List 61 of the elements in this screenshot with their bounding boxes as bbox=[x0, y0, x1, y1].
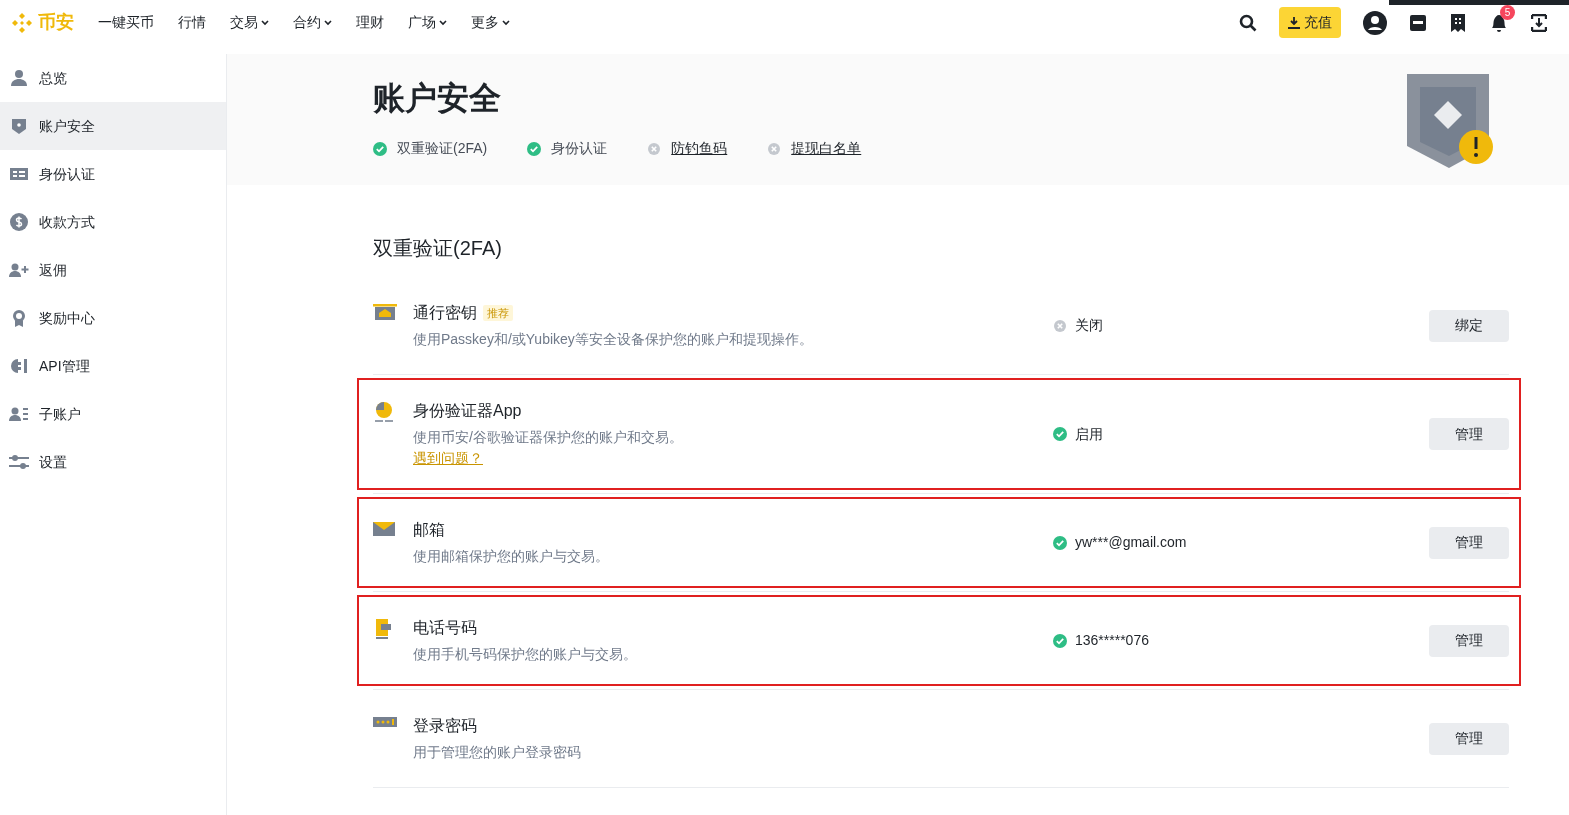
caret-icon bbox=[502, 19, 510, 26]
logo-icon bbox=[10, 10, 34, 35]
method-description: 使用Passkey和/或Yubikey等安全设备保护您的账户和提现操作。 bbox=[413, 330, 814, 349]
action-button[interactable]: 管理 bbox=[1429, 418, 1509, 450]
recommend-tag: 推荐 bbox=[483, 304, 513, 322]
nav-link[interactable]: 广场 bbox=[408, 12, 447, 33]
nav-link[interactable]: 行情 bbox=[178, 12, 206, 33]
download-box-icon[interactable] bbox=[1531, 13, 1547, 32]
add-person-icon bbox=[9, 261, 29, 279]
status-text: 启用 bbox=[1075, 424, 1103, 444]
sidebar-item[interactable]: 账户安全 bbox=[0, 102, 226, 150]
check-label: 双重验证(2FA) bbox=[397, 139, 488, 158]
key-box-icon bbox=[373, 303, 397, 321]
medal-icon bbox=[10, 309, 28, 327]
person-list-icon bbox=[9, 405, 29, 423]
person-icon bbox=[10, 69, 28, 87]
deposit-button[interactable]: 充值 bbox=[1279, 7, 1341, 38]
method-description: 使用手机号码保护您的账户与交易。 bbox=[413, 645, 638, 664]
action-button[interactable]: 管理 bbox=[1429, 526, 1509, 559]
status-text: 关闭 bbox=[1075, 316, 1103, 335]
plug-icon bbox=[9, 357, 29, 375]
wallet-icon[interactable] bbox=[1409, 13, 1427, 32]
logo-text: 币安 bbox=[38, 11, 74, 34]
caret-icon bbox=[439, 19, 447, 26]
password-dots-icon bbox=[373, 716, 397, 728]
action-button[interactable]: 绑定 bbox=[1429, 309, 1509, 342]
shield-icon bbox=[10, 117, 28, 135]
user-avatar-icon[interactable] bbox=[1363, 10, 1387, 35]
action-button[interactable]: 管理 bbox=[1429, 624, 1509, 657]
page-title: 账户安全 bbox=[373, 79, 502, 118]
nav-link[interactable]: 交易 bbox=[230, 12, 269, 33]
nav-link[interactable]: 更多 bbox=[471, 12, 510, 33]
method-title: 身份验证器App bbox=[413, 401, 522, 421]
search-icon[interactable] bbox=[1239, 13, 1257, 32]
id-card-icon bbox=[10, 165, 28, 183]
envelope-icon bbox=[373, 520, 395, 538]
method-title: 电话号码 bbox=[413, 618, 477, 638]
method-title: 登录密码 bbox=[413, 716, 477, 736]
receipt-icon[interactable] bbox=[1449, 12, 1467, 33]
status-text: 136*****076 bbox=[1075, 631, 1149, 650]
method-title: 邮箱 bbox=[413, 520, 445, 540]
pie-icon bbox=[373, 401, 395, 423]
method-title: 通行密钥 bbox=[413, 303, 477, 323]
caret-icon bbox=[261, 19, 269, 26]
download-icon bbox=[1288, 16, 1300, 29]
nav-link[interactable]: 一键买币 bbox=[98, 12, 154, 33]
check-label: 身份认证 bbox=[551, 139, 608, 158]
method-description: 使用币安/谷歌验证器保护您的账户和交易。 bbox=[413, 428, 684, 447]
dollar-circle-icon bbox=[10, 213, 28, 231]
phone-icon bbox=[373, 618, 393, 640]
sliders-icon bbox=[9, 453, 29, 471]
section-title: 双重验证(2FA) bbox=[373, 236, 503, 261]
method-description: 用于管理您的账户登录密码 bbox=[413, 743, 582, 762]
caret-icon bbox=[324, 19, 332, 26]
status-text: yw***@gmail.com bbox=[1075, 533, 1187, 552]
check-link[interactable]: 防钓鱼码 bbox=[671, 138, 728, 159]
check-link[interactable]: 提现白名单 bbox=[791, 138, 862, 159]
nav-link[interactable]: 理财 bbox=[356, 12, 384, 33]
method-description: 使用邮箱保护您的账户与交易。 bbox=[413, 547, 610, 566]
action-button[interactable]: 管理 bbox=[1429, 722, 1509, 755]
nav-link[interactable]: 合约 bbox=[293, 12, 332, 33]
